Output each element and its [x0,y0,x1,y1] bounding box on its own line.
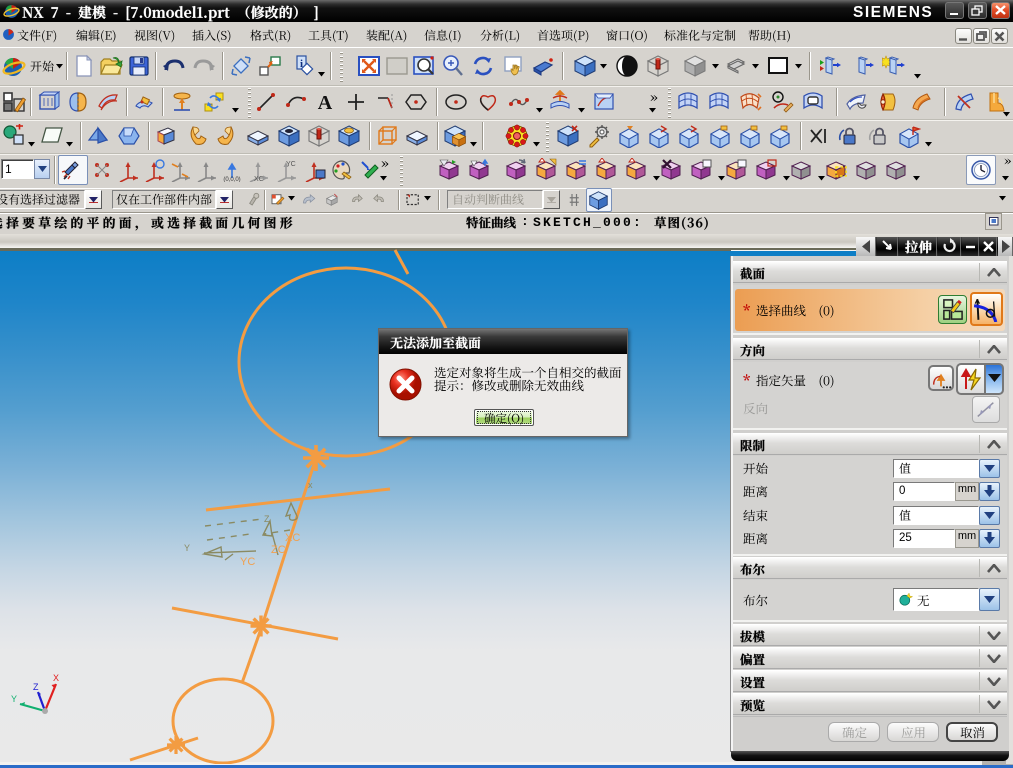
svg-text:ZC: ZC [271,544,286,556]
svg-text:x: x [308,480,313,490]
svg-text:Y: Y [184,543,190,553]
svg-text:Y: Y [11,694,17,704]
svg-text:X: X [53,673,59,683]
svg-text:XC: XC [285,532,300,544]
svg-text:Z: Z [264,514,270,524]
svg-text:YC: YC [240,556,255,568]
svg-text:Z: Z [33,682,39,692]
